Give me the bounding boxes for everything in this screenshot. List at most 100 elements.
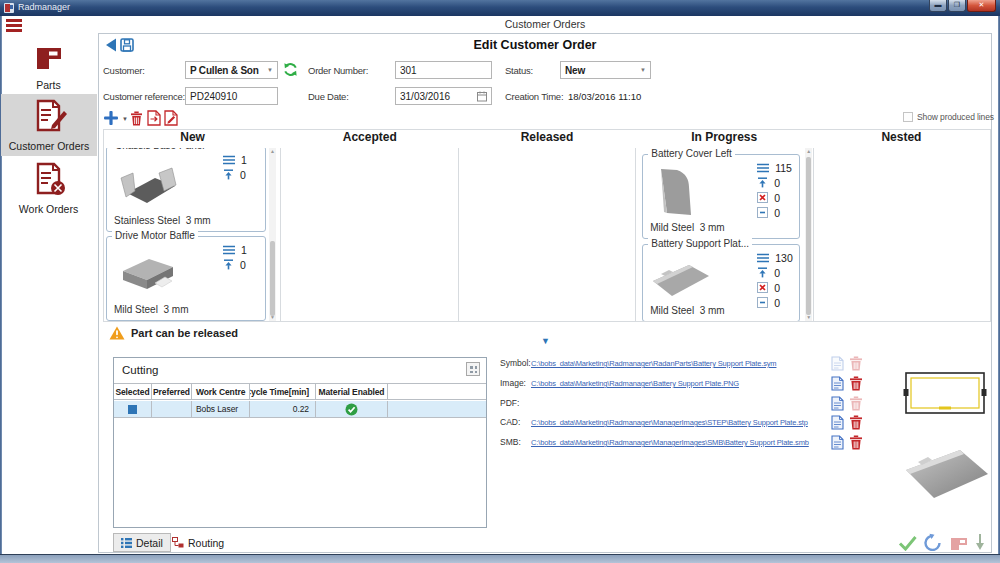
part-thumbnail — [115, 251, 177, 297]
material-enabled-cell — [316, 401, 388, 417]
cutting-table-row[interactable]: Bobs Laser 0.22 — [114, 401, 486, 418]
column-header-in-progress: In Progress — [636, 130, 813, 148]
add-line-button[interactable] — [103, 110, 119, 126]
sidebar-item-work-orders[interactable]: Work Orders — [0, 162, 97, 215]
show-produced-lines-checkbox[interactable] — [903, 112, 913, 122]
file-link[interactable]: C:\bobs_data\Marketing\Radmanager\Manage… — [531, 418, 808, 427]
column-header-accepted: Accepted — [281, 130, 458, 148]
customer-reference-input[interactable]: PD240910 — [185, 87, 278, 105]
delete-file-icon[interactable] — [849, 415, 863, 430]
file-link[interactable]: C:\bobs_data\Marketing\Radmanager\RadanP… — [531, 359, 776, 368]
page-title: Edit Customer Order — [98, 38, 972, 52]
file-row-smb: SMB: C:\bobs_data\Marketing\Radmanager\M… — [500, 437, 809, 452]
nested-icon — [757, 207, 768, 218]
customer-label: Customer: — [103, 65, 145, 76]
part-card-battery-cover-left[interactable]: Battery Cover Left 115 0 — [642, 154, 800, 239]
part-3d-preview — [898, 438, 994, 516]
quantity-value: 1 — [241, 244, 261, 256]
customer-reference-label: Customer reference: — [103, 91, 185, 102]
menu-icon[interactable] — [6, 19, 22, 34]
part-card-battery-support-plate[interactable]: Battery Support Plat... 130 0 — [642, 244, 800, 321]
tab-detail[interactable]: Detail — [113, 533, 171, 552]
import-button[interactable] — [975, 533, 985, 551]
export-document-button[interactable] — [147, 110, 161, 126]
column-scrollbar[interactable]: ▲ ▼ — [269, 148, 276, 321]
cutting-panel: Cutting Selected Preferred Work Centre C… — [113, 357, 487, 528]
close-button[interactable]: ✕ — [967, 0, 996, 12]
cutting-table-header: Selected Preferred Work Centre Cycle Tim… — [114, 383, 486, 400]
app-window: Radmanager ▬ ❐ ✕ Customer Orders Parts C… — [0, 0, 1000, 563]
open-file-icon[interactable] — [831, 376, 844, 391]
customer-orders-icon — [31, 99, 67, 133]
quantity-value: 115 — [775, 162, 795, 174]
grid-button[interactable] — [466, 362, 480, 376]
produced-value: 0 — [240, 259, 260, 271]
file-link[interactable]: C:\bobs_data\Marketing\Radmanager\Manage… — [531, 438, 809, 447]
produced-value: 0 — [240, 169, 260, 181]
produced-icon — [757, 267, 768, 278]
nested-icon — [757, 297, 768, 308]
part-thumbnail — [653, 167, 697, 219]
sidebar-item-label: Work Orders — [0, 203, 97, 215]
rejected-icon — [757, 282, 768, 293]
order-number-input[interactable]: 301 — [395, 61, 492, 79]
window-statusbar — [0, 554, 1000, 563]
produced-value: 0 — [774, 267, 794, 279]
file-row-pdf: PDF: — [500, 398, 531, 413]
part-material: Mild Steel 3 mm — [114, 304, 188, 315]
edit-document-button[interactable] — [164, 110, 178, 126]
detail-icon — [121, 538, 132, 548]
refresh-icon[interactable] — [283, 62, 298, 77]
rejected-value: 0 — [774, 282, 794, 294]
file-label: SMB: — [500, 437, 531, 447]
collapse-caret-icon[interactable]: ▼ — [541, 336, 550, 346]
customer-select[interactable]: P Cullen & Son▼ — [185, 61, 278, 79]
column-scrollbar[interactable]: ▲ ▼ — [805, 148, 812, 321]
check-circle-icon — [345, 403, 358, 416]
calendar-icon[interactable] — [477, 91, 487, 102]
delete-file-icon[interactable] — [849, 376, 863, 391]
maximize-button[interactable]: ❐ — [948, 0, 966, 12]
status-select[interactable]: New▼ — [560, 61, 651, 79]
quantity-icon — [757, 163, 769, 173]
nest-button[interactable] — [950, 537, 968, 551]
nested-value: 0 — [774, 207, 794, 219]
sidebar-item-customer-orders[interactable]: Customer Orders — [1, 94, 97, 156]
delete-file-icon[interactable] — [849, 435, 863, 450]
chevron-down-icon: ▼ — [640, 67, 646, 73]
delete-file-icon[interactable] — [849, 396, 863, 411]
rejected-value: 0 — [774, 192, 794, 204]
add-line-menu-caret[interactable]: ▼ — [122, 116, 128, 122]
open-file-icon[interactable] — [831, 356, 844, 371]
delete-line-button[interactable] — [130, 111, 143, 126]
file-label: PDF: — [500, 398, 531, 408]
file-label: Symbol: — [500, 358, 531, 368]
warning-text: Part can be released — [131, 327, 238, 339]
titlebar: Radmanager ▬ ❐ ✕ — [0, 0, 1000, 16]
tab-routing[interactable]: Routing — [165, 533, 231, 552]
file-row-cad: CAD: C:\bobs_data\Marketing\Radmanager\M… — [500, 417, 808, 432]
sidebar-item-parts[interactable]: Parts — [0, 45, 97, 91]
delete-file-icon[interactable] — [849, 356, 863, 371]
part-material: Mild Steel 3 mm — [650, 222, 724, 233]
sidebar-item-label: Parts — [0, 79, 97, 91]
order-lines-board: New Accepted Released In Progress Nested… — [103, 129, 991, 322]
part-material: Mild Steel 3 mm — [650, 305, 724, 316]
confirm-button[interactable] — [898, 535, 918, 551]
part-card-chassis-base-panel[interactable]: Chassis Base Panel 1 0 — [106, 148, 266, 232]
nested-value: 0 — [774, 297, 794, 309]
part-card-drive-motor-baffle[interactable]: Drive Motor Baffle 1 — [106, 236, 266, 321]
file-label: Image: — [500, 378, 531, 388]
quantity-value: 130 — [775, 252, 795, 264]
minimize-button[interactable]: ▬ — [929, 0, 947, 12]
open-file-icon[interactable] — [831, 435, 844, 450]
open-file-icon[interactable] — [831, 396, 844, 411]
undo-button[interactable] — [924, 533, 942, 551]
part-thumbnail — [115, 163, 179, 209]
file-link[interactable]: C:\bobs_data\Marketing\Radmanager\Batter… — [531, 379, 739, 388]
selected-checkbox[interactable] — [128, 405, 137, 414]
due-date-input[interactable]: 31/03/2016 — [395, 87, 492, 105]
file-row-image: Image: C:\bobs_data\Marketing\Radmanager… — [500, 378, 739, 393]
column-header-released: Released — [458, 130, 635, 148]
open-file-icon[interactable] — [831, 415, 844, 430]
